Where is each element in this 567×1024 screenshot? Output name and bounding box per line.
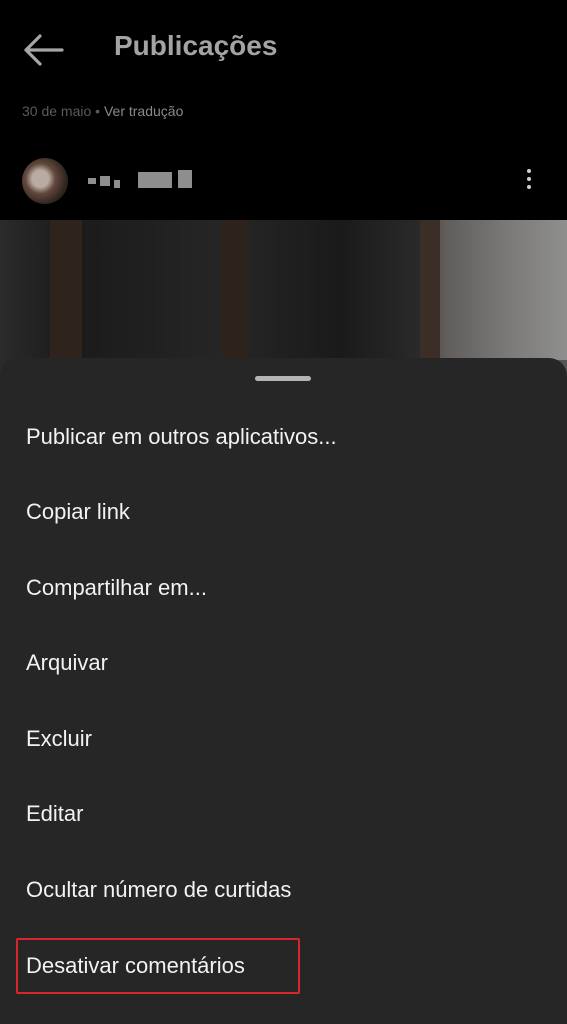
page-title: Publicações xyxy=(114,30,278,61)
menu-item-edit[interactable]: Editar xyxy=(26,801,83,827)
menu-item-delete[interactable]: Excluir xyxy=(26,726,92,752)
menu-item-copy-link[interactable]: Copiar link xyxy=(26,499,130,525)
sheet-drag-handle[interactable] xyxy=(255,376,311,381)
post-date: 30 de maio xyxy=(22,103,92,119)
post-header xyxy=(0,150,567,220)
menu-item-archive[interactable]: Arquivar xyxy=(26,650,108,676)
more-vertical-icon[interactable] xyxy=(517,166,541,198)
username-blurred[interactable] xyxy=(82,168,202,194)
highlight-box xyxy=(16,938,300,994)
meta-separator: • xyxy=(95,103,101,119)
translate-link[interactable]: Ver tradução xyxy=(104,103,183,119)
avatar[interactable] xyxy=(22,158,68,204)
menu-item-share[interactable]: Compartilhar em... xyxy=(26,575,207,601)
back-arrow-icon[interactable] xyxy=(22,32,64,68)
menu-item-hide-like-count[interactable]: Ocultar número de curtidas xyxy=(26,877,291,903)
post-meta: 30 de maio • Ver tradução xyxy=(22,103,183,119)
bottom-sheet xyxy=(0,358,567,1024)
top-bar: Publicações xyxy=(0,0,567,100)
post-photo xyxy=(0,220,567,380)
menu-item-publish-other-apps[interactable]: Publicar em outros aplicativos... xyxy=(26,424,337,450)
